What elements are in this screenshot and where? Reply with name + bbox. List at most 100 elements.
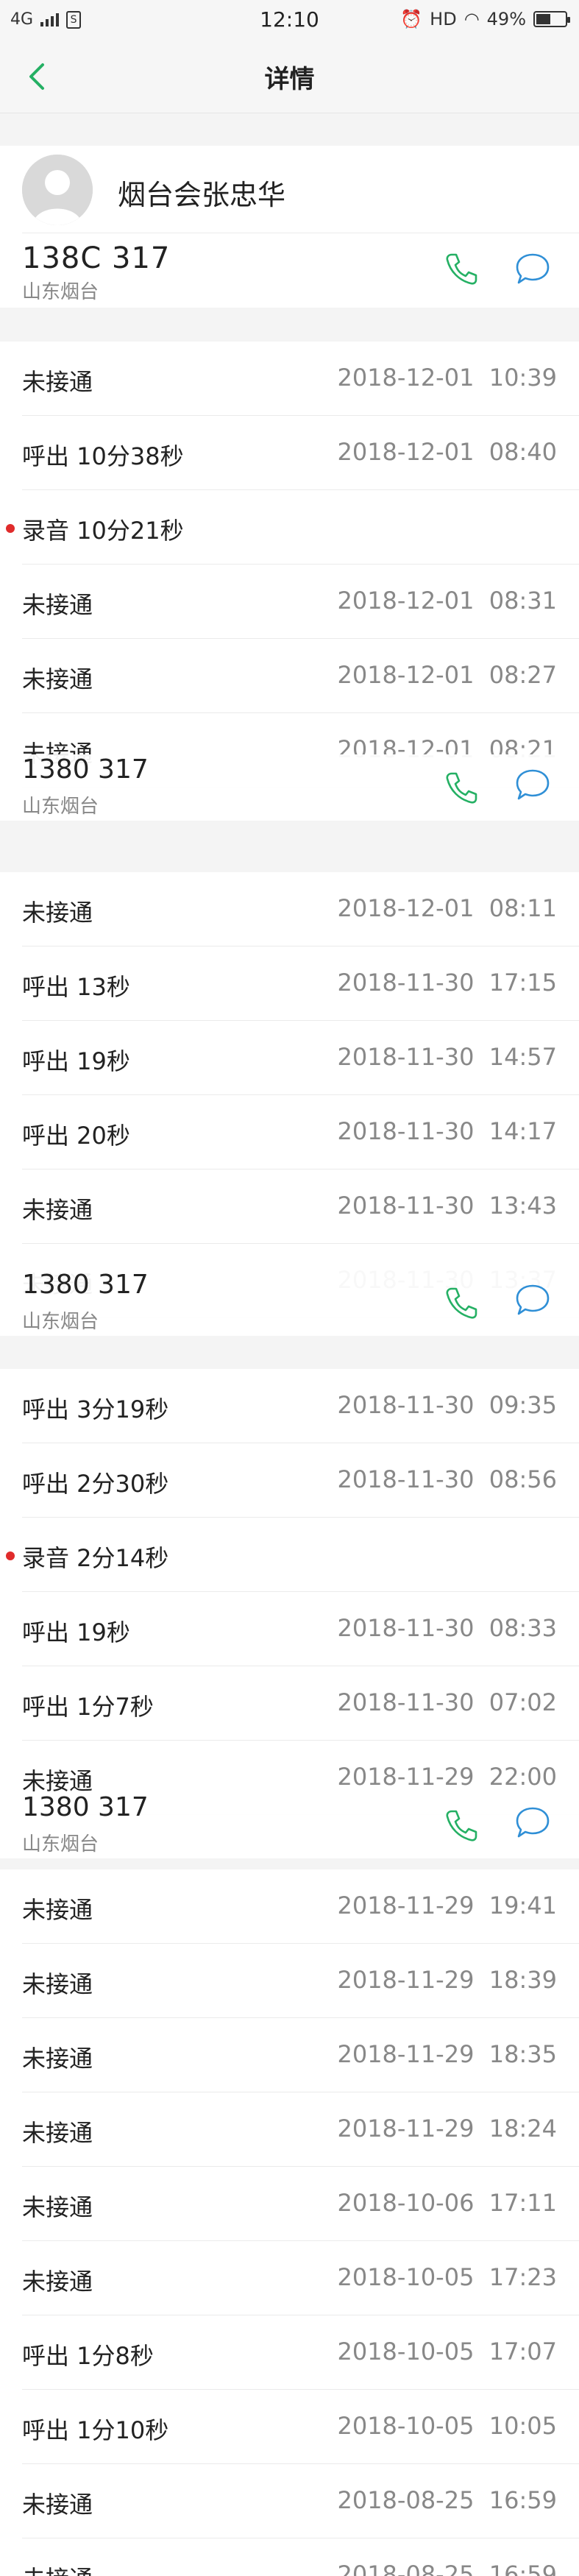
call-datetime: 2018-12-01 08:27 [337, 661, 557, 689]
battery-icon [533, 11, 570, 27]
call-log-row[interactable]: 呼出 10分38秒 2018-12-01 08:40 [22, 416, 579, 490]
call-type: 未接通 [22, 2491, 93, 2519]
call-icon[interactable] [441, 249, 481, 289]
call-log-group: 未接通 2018-12-01 10:39 呼出 10分38秒 2018-12-01 … [0, 342, 579, 788]
call-datetime: 2018-11-29 18:39 [337, 1966, 557, 1994]
call-datetime: 2018-08-25 16:59 [337, 2486, 557, 2514]
call-datetime: 2018-10-06 17:11 [337, 2189, 557, 2217]
hd-label: HD [430, 9, 457, 29]
call-datetime: 2018-11-29 19:41 [337, 1892, 557, 1919]
contact-phone[interactable]: 138C 317 [22, 241, 170, 275]
call-datetime: 2018-08-25 16:59 [337, 2561, 557, 2576]
call-datetime: 2018-11-29 18:35 [337, 2040, 557, 2068]
status-bar: 4G S 12:10 ⏰ HD ◠ 49% [0, 0, 579, 40]
call-type: 未接通 [22, 2561, 93, 2576]
call-type: 呼出 20秒 [22, 1122, 130, 1150]
contact-location: 山东烟台 [22, 1311, 99, 1333]
header-bar: 详情 [0, 40, 579, 113]
call-type: 未接通 [22, 665, 93, 693]
call-log-row[interactable]: 呼出 19秒 2018-11-30 08:33 [22, 1592, 579, 1666]
contact-summary-overlay: 1380 317 山东烟台 [0, 754, 579, 821]
call-type: 未接通 [22, 1970, 93, 1998]
call-log-row[interactable]: 未接通 2018-10-06 17:11 [22, 2167, 579, 2241]
contact-phone: 1380 317 [22, 1270, 149, 1300]
call-datetime: 2018-11-30 09:35 [337, 1391, 557, 1419]
call-type: 呼出 13秒 [22, 973, 130, 1001]
call-datetime: 2018-12-01 08:31 [337, 587, 557, 615]
person-icon [22, 155, 93, 225]
contact-card: 烟台会张忠华 138C 317 山东烟台 [0, 146, 579, 308]
message-icon[interactable] [513, 765, 553, 804]
call-icon[interactable] [441, 1805, 481, 1845]
call-type: 未接通 [22, 2193, 93, 2221]
contact-summary-overlay: 1380 317 山东烟台 [0, 1270, 579, 1336]
call-datetime: 2018-11-30 13:43 [337, 1192, 557, 1220]
call-type: 未接通 [22, 368, 93, 396]
call-datetime: 2018-11-30 08:33 [337, 1614, 557, 1642]
call-log-row[interactable]: 呼出 1分8秒 2018-10-05 17:07 [22, 2315, 579, 2390]
call-datetime: 2018-10-05 10:05 [337, 2412, 557, 2440]
call-log-row[interactable]: 未接通 2018-12-01 10:39 [22, 342, 579, 416]
call-log-row[interactable]: 未接通 2018-11-29 18:24 [22, 2092, 579, 2167]
call-log-row[interactable]: 未接通 2018-11-29 19:41 [22, 1869, 579, 1944]
recording-dot-icon [6, 524, 15, 533]
call-log-row[interactable]: 呼出 1分10秒 2018-10-05 10:05 [22, 2390, 579, 2464]
call-datetime: 2018-11-30 14:57 [337, 1043, 557, 1071]
message-icon[interactable] [513, 1280, 553, 1320]
call-datetime: 2018-11-30 17:15 [337, 969, 557, 997]
call-log-row[interactable]: 呼出 20秒 2018-11-30 14:17 [22, 1095, 579, 1170]
message-icon[interactable] [513, 1802, 553, 1842]
call-datetime: 2018-11-30 07:02 [337, 1688, 557, 1716]
call-log-row[interactable]: 未接通 2018-11-29 18:35 [22, 2018, 579, 2092]
call-log-row[interactable]: 未接通 2018-08-25 16:59 [22, 2464, 579, 2538]
call-type: 未接通 [22, 899, 93, 927]
call-type: 未接通 [22, 1196, 93, 1224]
call-log-row[interactable]: 呼出 2分30秒 2018-11-30 08:56 [22, 1443, 579, 1518]
call-datetime: 2018-12-01 08:40 [337, 438, 557, 466]
call-type: 呼出 3分19秒 [22, 1395, 169, 1423]
call-datetime: 2018-11-29 18:24 [337, 2115, 557, 2142]
call-log-row[interactable]: 呼出 13秒 2018-11-30 17:15 [22, 946, 579, 1021]
call-log-row[interactable]: 呼出 3分19秒 2018-11-30 09:35 [22, 1369, 579, 1443]
call-datetime: 2018-11-29 22:00 [337, 1763, 557, 1791]
recording-dot-icon [6, 1551, 15, 1560]
call-log-row[interactable]: 未接通 2018-12-01 08:27 [22, 639, 579, 713]
call-type: 未接通 [22, 2045, 93, 2073]
call-datetime: 2018-10-05 17:23 [337, 2263, 557, 2291]
alarm-icon: ⏰ [400, 9, 423, 29]
call-type: 呼出 1分10秒 [22, 2416, 169, 2444]
call-log-row[interactable]: 未接通 2018-08-25 16:59 [22, 2538, 579, 2576]
status-right: ⏰ HD ◠ 49% [400, 9, 570, 29]
call-type: 呼出 1分7秒 [22, 1693, 154, 1721]
call-log-row[interactable]: 未接通 2018-11-30 13:43 [22, 1170, 579, 1244]
call-log-row[interactable]: 未接通 2018-11-29 18:39 [22, 1944, 579, 2018]
battery-percent: 49% [486, 9, 526, 29]
avatar[interactable] [22, 155, 93, 225]
recording-row[interactable]: 录音 2分14秒 [6, 1518, 579, 1592]
call-type: 未接通 [22, 2119, 93, 2147]
recording-label: 录音 2分14秒 [22, 1544, 169, 1572]
contact-phone: 1380 317 [22, 1792, 149, 1822]
call-type: 呼出 2分30秒 [22, 1470, 169, 1498]
call-log-group: 呼出 3分19秒 2018-11-30 09:35 呼出 2分30秒 2018-11… [0, 1369, 579, 1815]
message-icon[interactable] [513, 249, 553, 289]
call-log-row[interactable]: 未接通 2018-12-01 08:31 [22, 565, 579, 639]
call-type: 呼出 19秒 [22, 1618, 130, 1646]
call-log-row[interactable]: 呼出 1分7秒 2018-11-30 07:02 [22, 1666, 579, 1741]
call-type: 未接通 [22, 2268, 93, 2296]
call-log-row[interactable]: 未接通 2018-12-01 08:11 [22, 872, 579, 946]
call-type: 未接通 [22, 1896, 93, 1924]
call-log-row[interactable]: 未接通 2018-10-05 17:23 [22, 2241, 579, 2315]
contact-location: 山东烟台 [22, 1833, 99, 1855]
call-datetime: 2018-10-05 17:07 [337, 2338, 557, 2366]
call-log-group: 未接通 2018-12-01 08:11 呼出 13秒 2018-11-30 17:… [0, 872, 579, 1318]
recording-row[interactable]: 录音 10分21秒 [6, 490, 579, 565]
call-log-row[interactable]: 呼出 19秒 2018-11-30 14:57 [22, 1021, 579, 1095]
call-type: 呼出 19秒 [22, 1047, 130, 1075]
call-type: 未接通 [22, 591, 93, 619]
call-icon[interactable] [441, 768, 481, 807]
call-type: 呼出 1分8秒 [22, 2342, 154, 2370]
call-icon[interactable] [441, 1283, 481, 1323]
contact-summary-overlay: 1380 317 山东烟台 [0, 1792, 579, 1858]
call-log-group: 未接通 2018-11-29 19:41 未接通 2018-11-29 18:39 … [0, 1869, 579, 2576]
